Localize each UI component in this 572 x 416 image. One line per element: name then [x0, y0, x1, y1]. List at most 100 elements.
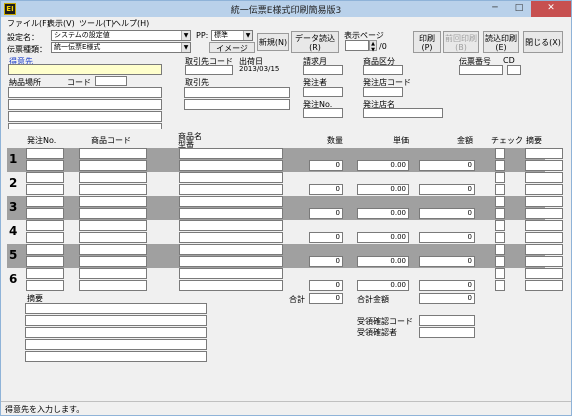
minimize-button[interactable]: ─ [483, 1, 507, 17]
delivery-place-line-2[interactable] [8, 99, 162, 110]
slip-number-input[interactable] [459, 65, 503, 75]
row-check-box[interactable] [495, 148, 505, 159]
row-unit-price-input[interactable]: 0.00 [357, 256, 409, 267]
row-product-name-input[interactable] [179, 268, 283, 279]
pp-select[interactable]: 標準 ▼ [211, 30, 253, 41]
row-order-no-input[interactable] [26, 220, 64, 231]
row-unit-price-input[interactable]: 0.00 [357, 160, 409, 171]
delivery-place-line-3[interactable] [8, 111, 162, 122]
row-check-box[interactable] [495, 268, 505, 279]
row-product-code-input-2[interactable] [79, 184, 147, 195]
delivery-place-line-1[interactable] [8, 87, 162, 98]
billing-month-input[interactable] [303, 65, 343, 75]
store-code-input[interactable] [363, 87, 403, 97]
row-check-box[interactable] [495, 244, 505, 255]
row-product-code-input[interactable] [79, 268, 147, 279]
new-button[interactable]: 新規(N) [257, 33, 289, 51]
row-product-name-input[interactable] [179, 172, 283, 183]
row-model-input[interactable] [179, 256, 283, 267]
row-quantity-input[interactable]: 0 [309, 160, 343, 171]
row-remarks-input[interactable] [525, 244, 563, 255]
row-unit-price-input[interactable]: 0.00 [357, 232, 409, 243]
row-remarks-input-2[interactable] [525, 208, 563, 219]
row-remarks-input-2[interactable] [525, 256, 563, 267]
slip-type-select[interactable]: 統一伝票E様式 ▼ [51, 42, 191, 53]
settings-select[interactable]: システムの設定値 ▼ [51, 30, 191, 41]
row-product-code-input[interactable] [79, 220, 147, 231]
row-unit-price-input[interactable]: 0.00 [357, 280, 409, 291]
row-product-code-input[interactable] [79, 148, 147, 159]
row-model-input[interactable] [179, 232, 283, 243]
supplier-line-2[interactable] [184, 99, 290, 110]
row-amount-input[interactable]: 0 [419, 184, 475, 195]
close-button[interactable]: 閉じる(X) [523, 31, 563, 53]
row-product-name-input[interactable] [179, 196, 283, 207]
row-product-code-input[interactable] [79, 196, 147, 207]
row-model-input[interactable] [179, 208, 283, 219]
row-product-name-input[interactable] [179, 244, 283, 255]
row-product-code-input[interactable] [79, 244, 147, 255]
menu-view[interactable]: 表示(V) [47, 18, 75, 29]
close-window-button[interactable]: ✕ [531, 1, 571, 17]
row-product-code-input-2[interactable] [79, 160, 147, 171]
row-order-no-input[interactable] [26, 196, 64, 207]
receipt-code-input[interactable] [419, 315, 475, 326]
receipt-person-input[interactable] [419, 327, 475, 338]
row-order-no-input-2[interactable] [26, 280, 64, 291]
maximize-button[interactable]: □ [507, 1, 531, 17]
print-button[interactable]: 印刷 (P) [413, 31, 441, 53]
footer-remarks-line-2[interactable] [25, 315, 207, 326]
reprint-button[interactable]: 前回印刷 (B) [443, 31, 479, 53]
row-quantity-input[interactable]: 0 [309, 232, 343, 243]
row-remarks-input[interactable] [525, 148, 563, 159]
row-quantity-input[interactable]: 0 [309, 256, 343, 267]
store-name-input[interactable] [363, 108, 443, 118]
row-model-input[interactable] [179, 280, 283, 291]
row-quantity-input[interactable]: 0 [309, 280, 343, 291]
row-amount-input[interactable]: 0 [419, 160, 475, 171]
row-remarks-input-2[interactable] [525, 160, 563, 171]
cd-input[interactable] [507, 65, 521, 75]
row-check-box[interactable] [495, 172, 505, 183]
row-quantity-input[interactable]: 0 [309, 208, 343, 219]
row-order-no-input[interactable] [26, 148, 64, 159]
row-check-box-2[interactable] [495, 184, 505, 195]
row-product-code-input-2[interactable] [79, 280, 147, 291]
row-order-no-input-2[interactable] [26, 232, 64, 243]
row-check-box[interactable] [495, 220, 505, 231]
delivery-place-line-4[interactable] [8, 123, 162, 129]
footer-remarks-line-3[interactable] [25, 327, 207, 338]
row-remarks-input[interactable] [525, 220, 563, 231]
row-remarks-input-2[interactable] [525, 232, 563, 243]
row-product-code-input-2[interactable] [79, 208, 147, 219]
row-unit-price-input[interactable]: 0.00 [357, 208, 409, 219]
row-check-box-2[interactable] [495, 208, 505, 219]
row-product-name-input[interactable] [179, 220, 283, 231]
supplier-line-1[interactable] [184, 87, 290, 98]
row-check-box[interactable] [495, 196, 505, 207]
row-remarks-input[interactable] [525, 196, 563, 207]
orderer-input[interactable] [303, 87, 343, 97]
footer-remarks-line-1[interactable] [25, 303, 207, 314]
row-amount-input[interactable]: 0 [419, 208, 475, 219]
row-check-box-2[interactable] [495, 160, 505, 171]
row-model-input[interactable] [179, 160, 283, 171]
product-class-input[interactable] [363, 65, 403, 75]
row-product-code-input[interactable] [79, 172, 147, 183]
page-spinner[interactable]: ▲ ▼ [369, 40, 377, 53]
row-order-no-input-2[interactable] [26, 160, 64, 171]
footer-remarks-line-4[interactable] [25, 339, 207, 350]
row-product-code-input-2[interactable] [79, 232, 147, 243]
row-product-name-input[interactable] [179, 148, 283, 159]
menu-tools[interactable]: ツール(T) [79, 18, 114, 29]
read-print-button[interactable]: 読込印刷 (E) [483, 31, 519, 53]
menu-file[interactable]: ファイル(F) [7, 18, 50, 29]
row-amount-input[interactable]: 0 [419, 232, 475, 243]
supplier-code-input[interactable] [185, 65, 233, 75]
row-amount-input[interactable]: 0 [419, 280, 475, 291]
row-order-no-input-2[interactable] [26, 256, 64, 267]
menu-help[interactable]: ヘルプ(H) [113, 18, 149, 29]
customer-input[interactable] [8, 64, 162, 75]
row-order-no-input[interactable] [26, 244, 64, 255]
row-quantity-input[interactable]: 0 [309, 184, 343, 195]
